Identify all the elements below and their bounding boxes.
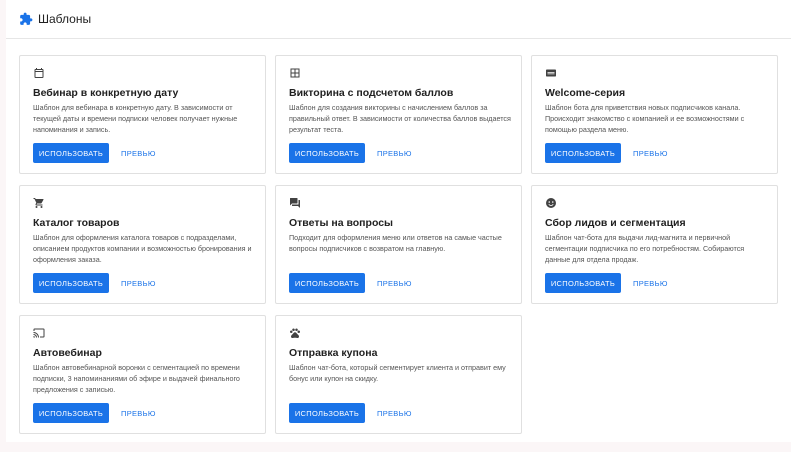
preview-link[interactable]: ПРЕВЬЮ xyxy=(121,279,156,288)
template-title: Каталог товаров xyxy=(33,217,120,229)
face-icon xyxy=(546,198,556,208)
preview-link[interactable]: ПРЕВЬЮ xyxy=(377,149,412,158)
template-card-welcome: Welcome-серия Шаблон бота для приветстви… xyxy=(531,55,778,174)
template-description: Шаблон автовебинарной воронки с сегмента… xyxy=(33,363,240,394)
puzzle-icon xyxy=(20,12,33,25)
template-title: Сбор лидов и сегментация xyxy=(545,217,686,229)
use-template-button[interactable]: ИСПОЛЬЗОВАТЬ xyxy=(289,403,365,423)
preview-link[interactable]: ПРЕВЬЮ xyxy=(121,409,156,418)
template-title: Вебинар в конкретную дату xyxy=(33,87,179,99)
use-template-button[interactable]: ИСПОЛЬЗОВАТЬ xyxy=(33,273,109,293)
template-card-autowebinar: Автовебинар Шаблон автовебинарной воронк… xyxy=(19,315,266,434)
cast-icon xyxy=(33,328,45,338)
template-card-faq: Ответы на вопросы Подходит для оформлени… xyxy=(275,185,522,304)
chat-icon xyxy=(290,198,300,208)
template-description: Шаблон чат-бота для выдачи лид-магнита и… xyxy=(545,233,745,264)
template-title: Отправка купона xyxy=(289,347,378,359)
templates-panel: Шаблоны Вебинар в конкретную дату Шаблон… xyxy=(6,0,791,442)
template-card-catalog: Каталог товаров Шаблон для оформления ка… xyxy=(19,185,266,304)
page-title: Шаблоны xyxy=(38,12,92,26)
template-title: Викторина с подсчетом баллов xyxy=(289,87,454,99)
template-description: Шаблон чат-бота, который сегментирует кл… xyxy=(289,363,506,383)
use-template-button[interactable]: ИСПОЛЬЗОВАТЬ xyxy=(289,273,365,293)
preview-link[interactable]: ПРЕВЬЮ xyxy=(633,279,668,288)
cart-icon xyxy=(33,198,44,208)
template-description: Шаблон для создания викторины с начислен… xyxy=(289,103,511,134)
template-description: Шаблон для оформления каталога товаров с… xyxy=(33,233,252,264)
use-template-button[interactable]: ИСПОЛЬЗОВАТЬ xyxy=(33,143,109,163)
template-description: Шаблон бота для приветствия новых подпис… xyxy=(545,103,745,134)
template-title: Welcome-серия xyxy=(545,87,626,99)
template-card-quiz: Викторина с подсчетом баллов Шаблон для … xyxy=(275,55,522,174)
use-template-button[interactable]: ИСПОЛЬЗОВАТЬ xyxy=(289,143,365,163)
template-card-leads: Сбор лидов и сегментация Шаблон чат-бота… xyxy=(531,185,778,304)
grid-icon xyxy=(290,68,300,78)
preview-link[interactable]: ПРЕВЬЮ xyxy=(121,149,156,158)
calendar-icon xyxy=(34,68,44,78)
template-title: Ответы на вопросы xyxy=(289,217,394,229)
use-template-button[interactable]: ИСПОЛЬЗОВАТЬ xyxy=(545,143,621,163)
new-badge-icon xyxy=(546,69,556,77)
template-title: Автовебинар xyxy=(33,347,102,359)
template-description: Шаблон для вебинара в конкретную дату. В… xyxy=(33,103,238,134)
page-footer-strip xyxy=(0,442,791,452)
preview-link[interactable]: ПРЕВЬЮ xyxy=(377,409,412,418)
page-header: Шаблоны xyxy=(6,0,791,39)
template-description: Подходит для оформления меню или ответов… xyxy=(289,233,502,253)
use-template-button[interactable]: ИСПОЛЬЗОВАТЬ xyxy=(33,403,109,423)
template-card-coupon: Отправка купона Шаблон чат-бота, который… xyxy=(275,315,522,434)
template-card-webinar: Вебинар в конкретную дату Шаблон для веб… xyxy=(19,55,266,174)
preview-link[interactable]: ПРЕВЬЮ xyxy=(633,149,668,158)
pets-icon xyxy=(290,328,300,339)
preview-link[interactable]: ПРЕВЬЮ xyxy=(377,279,412,288)
use-template-button[interactable]: ИСПОЛЬЗОВАТЬ xyxy=(545,273,621,293)
